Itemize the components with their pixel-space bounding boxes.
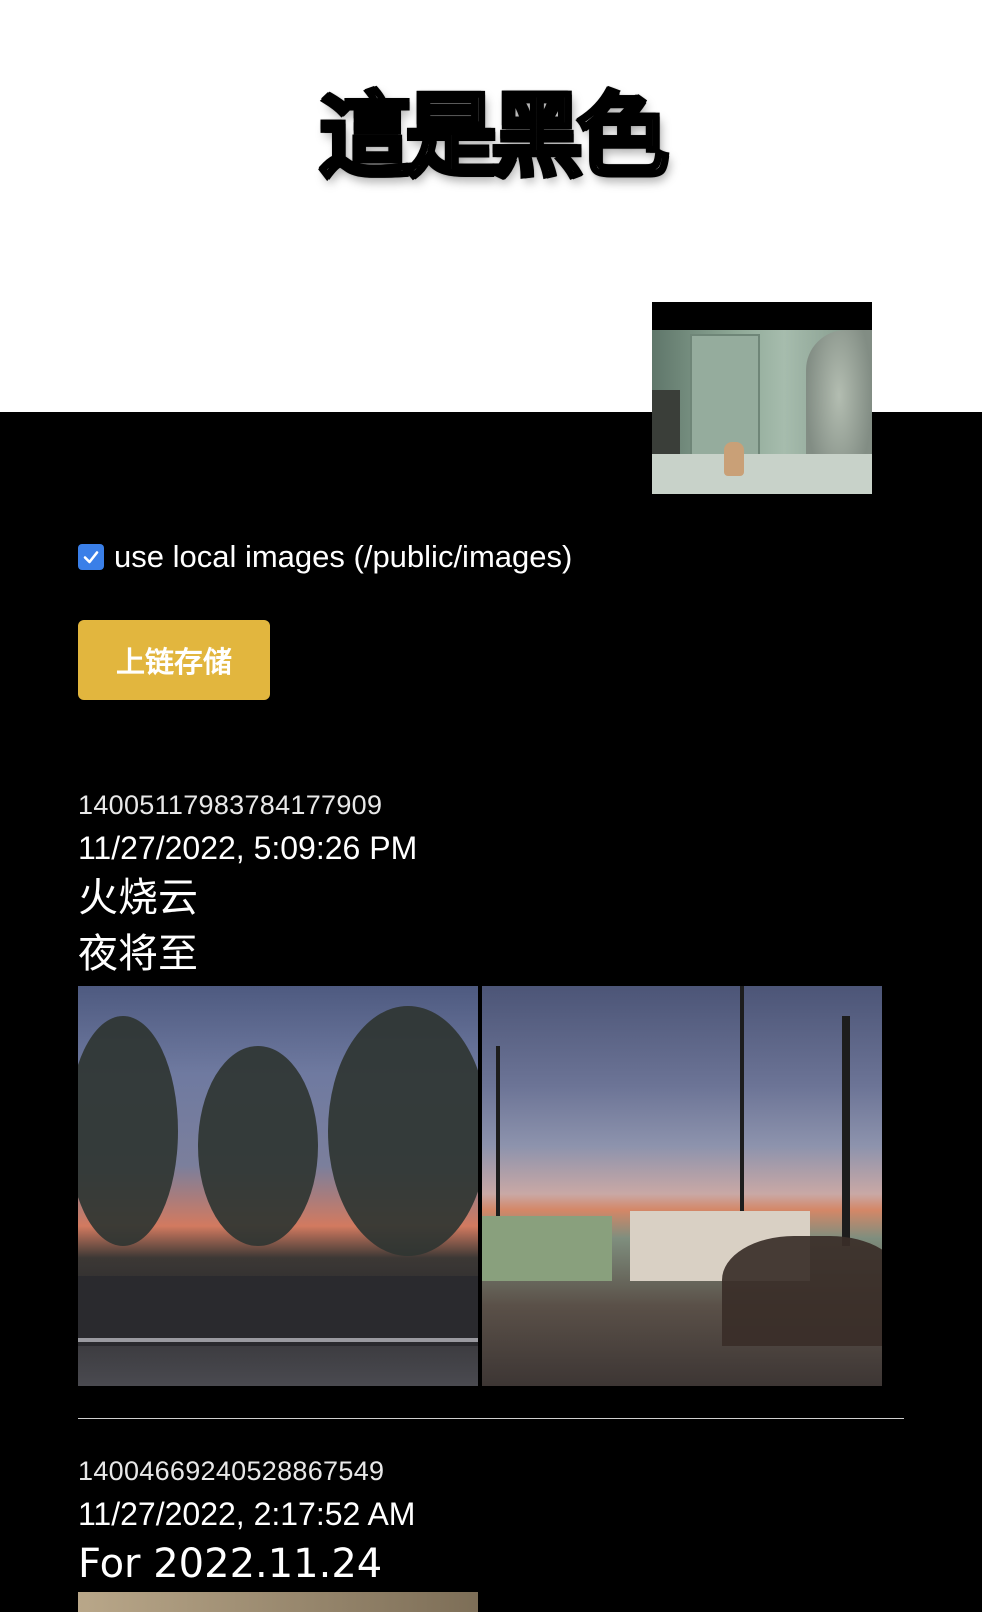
post-date: 11/27/2022, 2:17:52 AM — [78, 1496, 416, 1532]
person-left-shape — [652, 390, 680, 460]
video-frame — [652, 330, 872, 494]
shrub-shape — [722, 1236, 882, 1346]
post-id: 14004669240528867549 — [78, 1456, 385, 1486]
post-photo[interactable] — [78, 986, 478, 1386]
header-banner: 這是黑色 — [0, 0, 982, 494]
road-line — [78, 1338, 478, 1342]
post-photo[interactable] — [78, 1592, 478, 1612]
fence-shape — [482, 1216, 612, 1281]
tree-shape — [78, 1016, 178, 1246]
tree-shape — [198, 1046, 318, 1246]
post-gallery — [78, 986, 904, 1386]
post-text-line: 火烧云 — [78, 875, 198, 921]
checkmark-icon — [83, 551, 99, 564]
banner-title: 這是黑色 — [317, 81, 671, 192]
tree-shape — [328, 1006, 478, 1256]
pole-shape — [842, 1016, 850, 1246]
post-photo[interactable] — [482, 986, 882, 1386]
table-shape — [652, 454, 872, 494]
post-date: 11/27/2022, 5:09:26 PM — [78, 830, 418, 866]
post-divider — [78, 1418, 904, 1419]
use-local-images-checkbox[interactable] — [78, 544, 104, 570]
pole-shape — [740, 986, 744, 1246]
post-text-line: For 2022.11.24 — [78, 1541, 383, 1587]
video-player[interactable] — [652, 302, 872, 494]
use-local-images-toggle[interactable]: use local images (/public/images) — [78, 539, 573, 574]
door-shape — [690, 334, 760, 462]
use-local-images-label: use local images (/public/images) — [114, 539, 573, 574]
post-item: 14005117983784177909 11/27/2022, 5:09:26… — [78, 788, 904, 1419]
post-id: 14005117983784177909 — [78, 790, 383, 820]
hand-shape — [724, 442, 744, 476]
hedge-shape — [78, 1276, 478, 1346]
post-item: 14004669240528867549 11/27/2022, 2:17:52… — [78, 1454, 904, 1612]
post-text-line: 夜将至 — [78, 931, 198, 977]
save-on-chain-button[interactable]: 上链存储 — [78, 620, 270, 700]
